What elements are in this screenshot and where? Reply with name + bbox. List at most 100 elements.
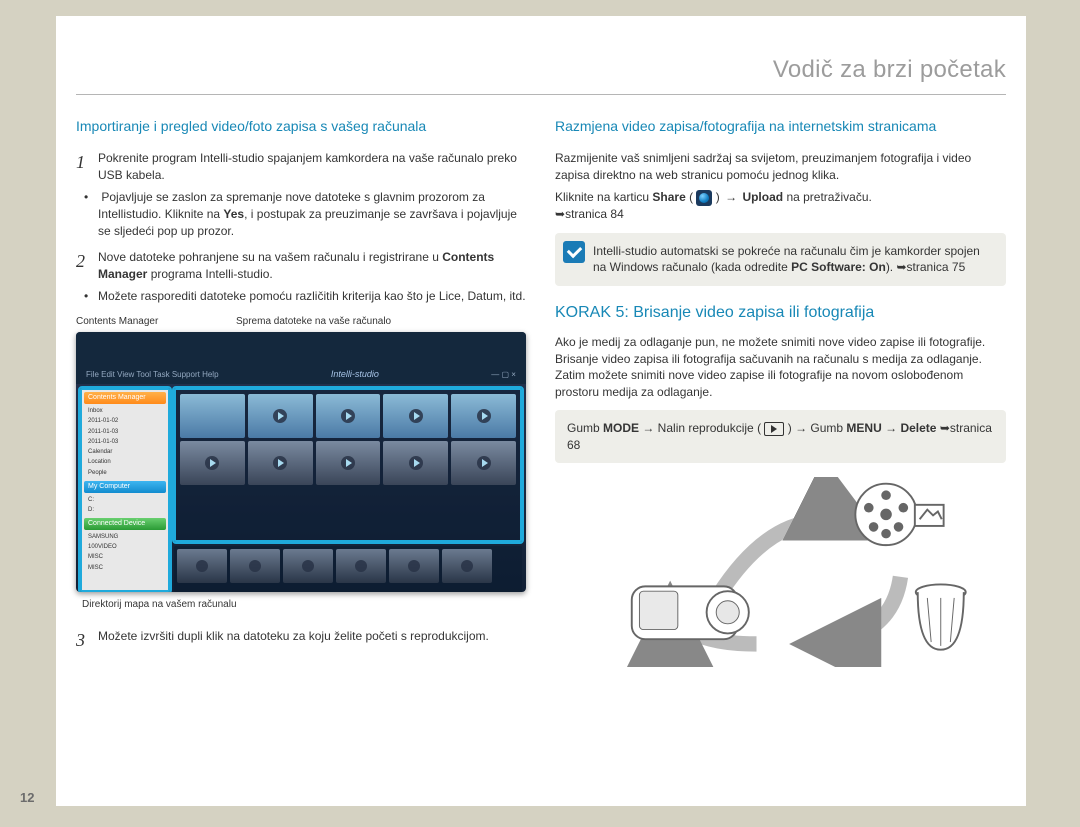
pageref-icon: ➥ <box>940 421 950 435</box>
step-1: 1 Pokrenite program Intelli-studio spaja… <box>76 150 527 183</box>
right-share-line: Kliknite na karticu Share ( ) → Upload n… <box>555 189 1006 206</box>
delete-label: Delete <box>900 421 936 435</box>
right-section-heading: Razmjena video zapisa/fotografija na int… <box>555 117 1006 136</box>
left-section-heading: Importiranje i pregled video/foto zapisa… <box>76 117 527 136</box>
step-number: 1 <box>76 150 98 175</box>
delete-sequence: Gumb MODE → Nalin reprodukcije ( ) → Gum… <box>555 410 1006 463</box>
step5-heading: KORAK 5: Brisanje video zapisa ili fotog… <box>555 302 1006 324</box>
thumbnail[interactable] <box>316 394 381 438</box>
sidebar-item[interactable]: 100VIDEO <box>84 542 166 552</box>
thumbnail[interactable] <box>248 394 313 438</box>
upload-label: Upload <box>742 190 783 204</box>
app-right-controls: — ▢ × <box>491 369 516 380</box>
content-columns: Importiranje i pregled video/foto zapisa… <box>76 117 1006 667</box>
sidebar-item[interactable]: D: <box>84 505 166 515</box>
sidebar-item[interactable]: MISC <box>84 563 166 573</box>
right-para-1: Razmijenite vaš snimljeni sadržaj sa svi… <box>555 150 1006 183</box>
filmstrip-cell[interactable] <box>336 549 386 583</box>
text: → <box>882 421 901 435</box>
camcorder-icon <box>632 587 749 640</box>
play-icon <box>273 409 287 423</box>
menu-button-label: MENU <box>846 421 881 435</box>
thumbnail[interactable] <box>451 441 516 485</box>
play-icon <box>341 409 355 423</box>
pc-software-label: PC Software: On <box>791 260 886 274</box>
sidebar-item[interactable]: Location <box>84 457 166 467</box>
sidebar-item[interactable]: 2011-01-03 <box>84 427 166 437</box>
filmstrip-cell[interactable] <box>283 549 333 583</box>
play-icon <box>409 456 423 470</box>
thumbnail[interactable]: SAM_.... .MP4 <box>180 394 245 438</box>
sidebar-item[interactable]: MISC <box>84 552 166 562</box>
step-number: 2 <box>76 249 98 274</box>
document-page: Vodič za brzi početak Importiranje i pre… <box>56 16 1026 806</box>
sidebar[interactable]: Contents Manager Inbox 2011-01-02 2011-0… <box>80 388 170 592</box>
sidebar-device-header: Connected Device <box>84 518 166 530</box>
thumbnail[interactable] <box>316 441 381 485</box>
thumbnail[interactable] <box>451 394 516 438</box>
right-column: Razmjena video zapisa/fotografija na int… <box>555 117 1006 667</box>
text: ( <box>686 190 697 204</box>
thumbnail[interactable] <box>248 441 313 485</box>
pageref-icon: ➥ <box>896 260 906 274</box>
sidebar-item[interactable]: 2011-01-02 <box>84 416 166 426</box>
page-ref: stranica 75 <box>907 260 966 274</box>
thumbnail-grid[interactable]: SAM_.... .MP4 <box>174 388 522 542</box>
step-1-bullets: Pojavljuje se zaslon za spremanje nove d… <box>76 189 527 239</box>
filmstrip-cell[interactable] <box>442 549 492 583</box>
filmstrip[interactable] <box>174 546 522 592</box>
page-number: 12 <box>20 790 34 805</box>
sidebar-item[interactable]: Inbox <box>84 406 166 416</box>
play-icon <box>477 456 491 470</box>
thumbnail[interactable] <box>383 394 448 438</box>
intelli-studio-screenshot: File Edit View Tool Task Support Help In… <box>76 332 526 592</box>
sidebar-item[interactable]: People <box>84 468 166 478</box>
step-2-bullet-1: Možete rasporediti datoteke pomoću razli… <box>98 288 527 305</box>
cycle-illustration <box>555 477 1006 667</box>
trash-icon <box>916 585 966 650</box>
app-body: Contents Manager Inbox 2011-01-02 2011-0… <box>76 384 526 592</box>
filmstrip-cell[interactable] <box>230 549 280 583</box>
sidebar-item[interactable]: Calendar <box>84 447 166 457</box>
filmstrip-cell[interactable] <box>177 549 227 583</box>
header-rule <box>76 94 1006 95</box>
sidebar-pc-header: My Computer <box>84 481 166 493</box>
yes-text: Yes <box>223 207 244 221</box>
sidebar-item[interactable]: C: <box>84 495 166 505</box>
text: ) <box>712 190 723 204</box>
share-icon <box>696 190 712 206</box>
left-column: Importiranje i pregled video/foto zapisa… <box>76 117 527 667</box>
text: ) → Gumb <box>784 421 846 435</box>
text: na pretraživaču. <box>783 190 872 204</box>
text: Nove datoteke pohranjene su na vašem rač… <box>98 250 442 264</box>
step-1-text: Pokrenite program Intelli-studio spajanj… <box>98 150 527 183</box>
illustration <box>555 477 1006 667</box>
text: Gumb <box>567 421 603 435</box>
screenshot-bottom-caption: Direktorij mapa na vašem računalu <box>82 598 527 612</box>
info-note: Intelli-studio automatski se pokreće na … <box>555 233 1006 286</box>
text: → Nalin reprodukcije ( <box>639 421 764 435</box>
play-icon <box>477 409 491 423</box>
share-label: Share <box>652 190 685 204</box>
sidebar-contents-header: Contents Manager <box>84 392 166 404</box>
thumbnail[interactable] <box>180 441 245 485</box>
arrow-icon: → <box>723 189 739 206</box>
play-icon <box>409 409 423 423</box>
step-2: 2 Nove datoteke pohranjene su na vašem r… <box>76 249 527 282</box>
sidebar-item[interactable]: 2011-01-03 <box>84 437 166 447</box>
step-1-bullet-1: Pojavljuje se zaslon za spremanje nove d… <box>98 189 527 239</box>
sidebar-item[interactable]: SAMSUNG <box>84 532 166 542</box>
play-icon <box>205 456 219 470</box>
playback-mode-icon <box>764 422 784 436</box>
caption-left: Contents Manager <box>76 315 236 329</box>
check-icon <box>563 241 585 263</box>
step-2-bullets: Možete rasporediti datoteke pomoću razli… <box>76 288 527 305</box>
filmstrip-cell[interactable] <box>389 549 439 583</box>
pageref-icon: ➥ <box>555 207 565 221</box>
app-header: File Edit View Tool Task Support Help In… <box>76 332 526 384</box>
text: ). <box>886 260 897 274</box>
screenshot-captions: Contents Manager Sprema datoteke na vaše… <box>76 315 527 329</box>
app-main: SAM_.... .MP4 <box>174 384 526 592</box>
page-ref: stranica 84 <box>565 207 624 221</box>
thumbnail[interactable] <box>383 441 448 485</box>
